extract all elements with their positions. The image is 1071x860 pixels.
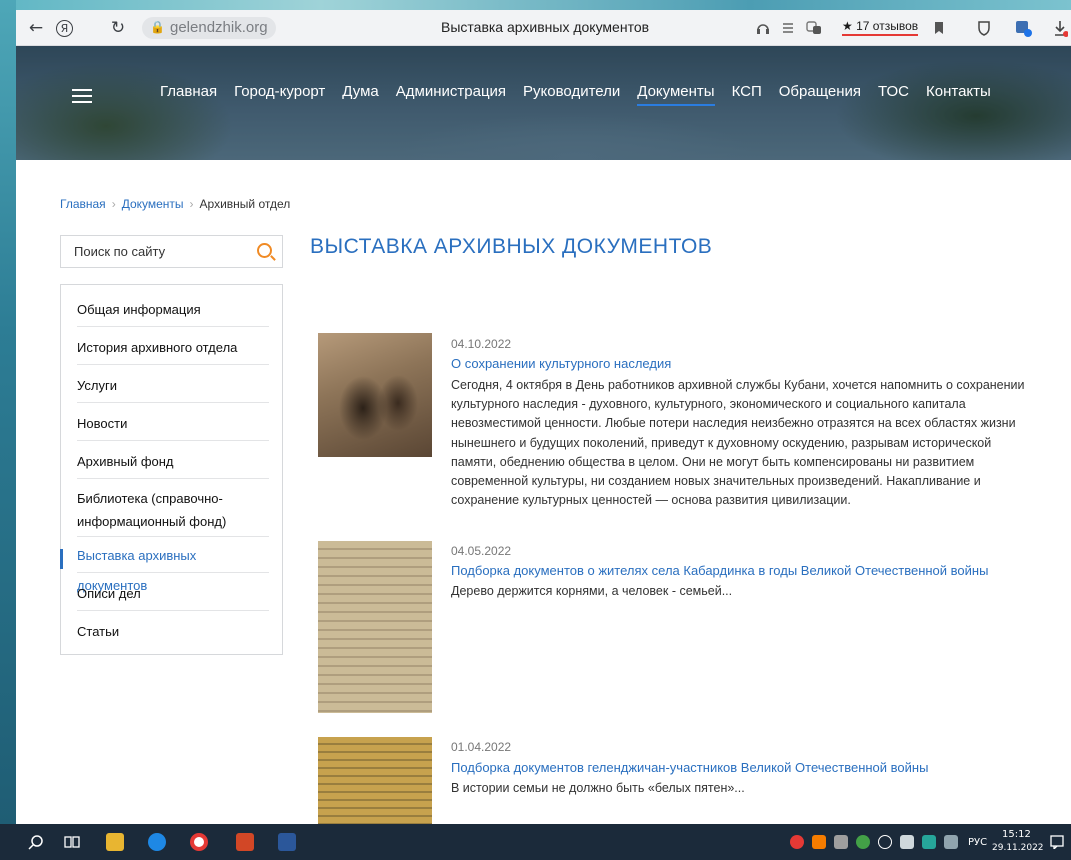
volume-icon[interactable] (900, 835, 914, 849)
reload-icon[interactable]: ↻ (108, 18, 128, 38)
nav-item-appeals[interactable]: Обращения (779, 83, 861, 106)
news-excerpt: В истории семьи не должно быть «белых пя… (451, 781, 745, 795)
notifications-icon[interactable] (1050, 835, 1064, 849)
hamburger-menu-icon[interactable] (72, 89, 92, 103)
word-icon[interactable] (278, 833, 296, 851)
breadcrumb-separator: › (111, 197, 116, 211)
task-view-icon[interactable] (64, 834, 80, 850)
nav-item-leaders[interactable]: Руководители (523, 83, 620, 106)
main-nav: Главная Город-курорт Дума Администрация … (160, 83, 1008, 106)
headphones-icon[interactable] (756, 21, 770, 35)
breadcrumb-separator: › (189, 197, 194, 211)
address-bar[interactable]: 🔒 gelendzhik.org (142, 17, 276, 39)
news-date: 04.05.2022 (451, 544, 512, 558)
desktop-background-top (0, 0, 1071, 10)
sidebar-item-inventories[interactable]: Описи дел (77, 579, 269, 611)
browser-window: ← Я ↻ 🔒 gelendzhik.org Выставка архивных… (16, 10, 1071, 824)
download-icon[interactable] (1052, 19, 1068, 37)
desktop-background-left (0, 0, 16, 824)
nav-item-contacts[interactable]: Контакты (926, 83, 991, 106)
tray-app-icon[interactable] (922, 835, 936, 849)
news-date: 04.10.2022 (451, 337, 512, 351)
taskbar: РУС 15:12 29.11.2022 (0, 824, 1071, 860)
news-image[interactable] (318, 541, 432, 713)
tray-app-icon[interactable] (834, 835, 848, 849)
clock-time: 15:12 (1002, 829, 1031, 840)
network-icon[interactable] (878, 835, 892, 849)
page-title: ВЫСТАВКА АРХИВНЫХ ДОКУМЕНТОВ (310, 235, 713, 258)
breadcrumb: Главная › Документы › Архивный отдел (60, 197, 290, 211)
sidebar-item-archive-fund[interactable]: Архивный фонд (77, 447, 269, 479)
tray-app-icon[interactable] (944, 835, 958, 849)
language-indicator[interactable]: РУС (968, 837, 987, 848)
news-title-link[interactable]: Подборка документов о жителях села Кабар… (451, 563, 988, 578)
nav-item-ksp[interactable]: КСП (732, 83, 762, 106)
nav-item-tos[interactable]: ТОС (878, 83, 909, 106)
powerpoint-icon[interactable] (236, 833, 254, 851)
edge-icon[interactable] (148, 833, 166, 851)
sidebar-item-services[interactable]: Услуги (77, 371, 269, 403)
browser-toolbar: ← Я ↻ 🔒 gelendzhik.org Выставка архивных… (16, 10, 1071, 46)
nav-item-administration[interactable]: Администрация (396, 83, 506, 106)
breadcrumb-home[interactable]: Главная (60, 197, 106, 211)
reader-mode-icon[interactable] (782, 22, 794, 34)
yandex-browser-icon[interactable] (190, 833, 208, 851)
translate-icon[interactable] (806, 20, 822, 36)
sidebar-item-articles[interactable]: Статьи (77, 617, 269, 649)
nav-item-duma[interactable]: Дума (342, 83, 378, 106)
collections-icon[interactable] (1014, 19, 1032, 37)
news-excerpt: Дерево держится корнями, а человек - сем… (451, 584, 733, 598)
yandex-icon[interactable]: Я (56, 20, 73, 37)
bookmark-icon[interactable] (934, 21, 944, 35)
tray-app-icon[interactable] (856, 835, 870, 849)
nav-item-home[interactable]: Главная (160, 83, 217, 106)
news-excerpt: Сегодня, 4 октября в День работников арх… (451, 378, 1025, 508)
news-date: 01.04.2022 (451, 740, 512, 754)
sidebar-item-news[interactable]: Новости (77, 409, 269, 441)
sidebar-item-history[interactable]: История архивного отдела (77, 333, 269, 365)
news-title-link[interactable]: Подборка документов геленджичан-участник… (451, 760, 928, 775)
news-image[interactable] (318, 333, 432, 457)
sidebar-menu: Общая информация История архивного отдел… (60, 284, 283, 655)
site-header: Главная Город-курорт Дума Администрация … (16, 46, 1071, 160)
breadcrumb-documents[interactable]: Документы (122, 197, 184, 211)
search-icon[interactable] (28, 834, 44, 850)
back-icon[interactable]: ← (26, 18, 46, 38)
nav-item-resort[interactable]: Город-курорт (234, 83, 325, 106)
site-search (60, 235, 283, 268)
reviews-link[interactable]: ★ 17 отзывов (842, 19, 919, 36)
tray-app-icon[interactable] (812, 835, 826, 849)
search-icon[interactable] (257, 243, 272, 258)
sidebar-item-general-info[interactable]: Общая информация (77, 295, 269, 327)
tray-yandex-icon[interactable] (790, 835, 804, 849)
sidebar-item-library[interactable]: Библиотека (справочно-информационный фон… (77, 485, 269, 537)
url-text: gelendzhik.org (170, 19, 268, 36)
tab-title: Выставка архивных документов (441, 19, 650, 35)
file-explorer-icon[interactable] (106, 833, 124, 851)
sidebar-item-exhibition[interactable]: Выставка архивных документов (60, 541, 269, 593)
search-input[interactable] (74, 244, 244, 259)
nav-item-documents[interactable]: Документы (637, 83, 715, 106)
lock-icon: 🔒 (150, 20, 165, 34)
protect-icon[interactable] (976, 20, 992, 36)
news-image[interactable] (318, 737, 432, 824)
clock-date: 29.11.2022 (992, 843, 1044, 853)
breadcrumb-current: Архивный отдел (199, 197, 291, 211)
news-title-link[interactable]: О сохранении культурного наследия (451, 356, 671, 371)
